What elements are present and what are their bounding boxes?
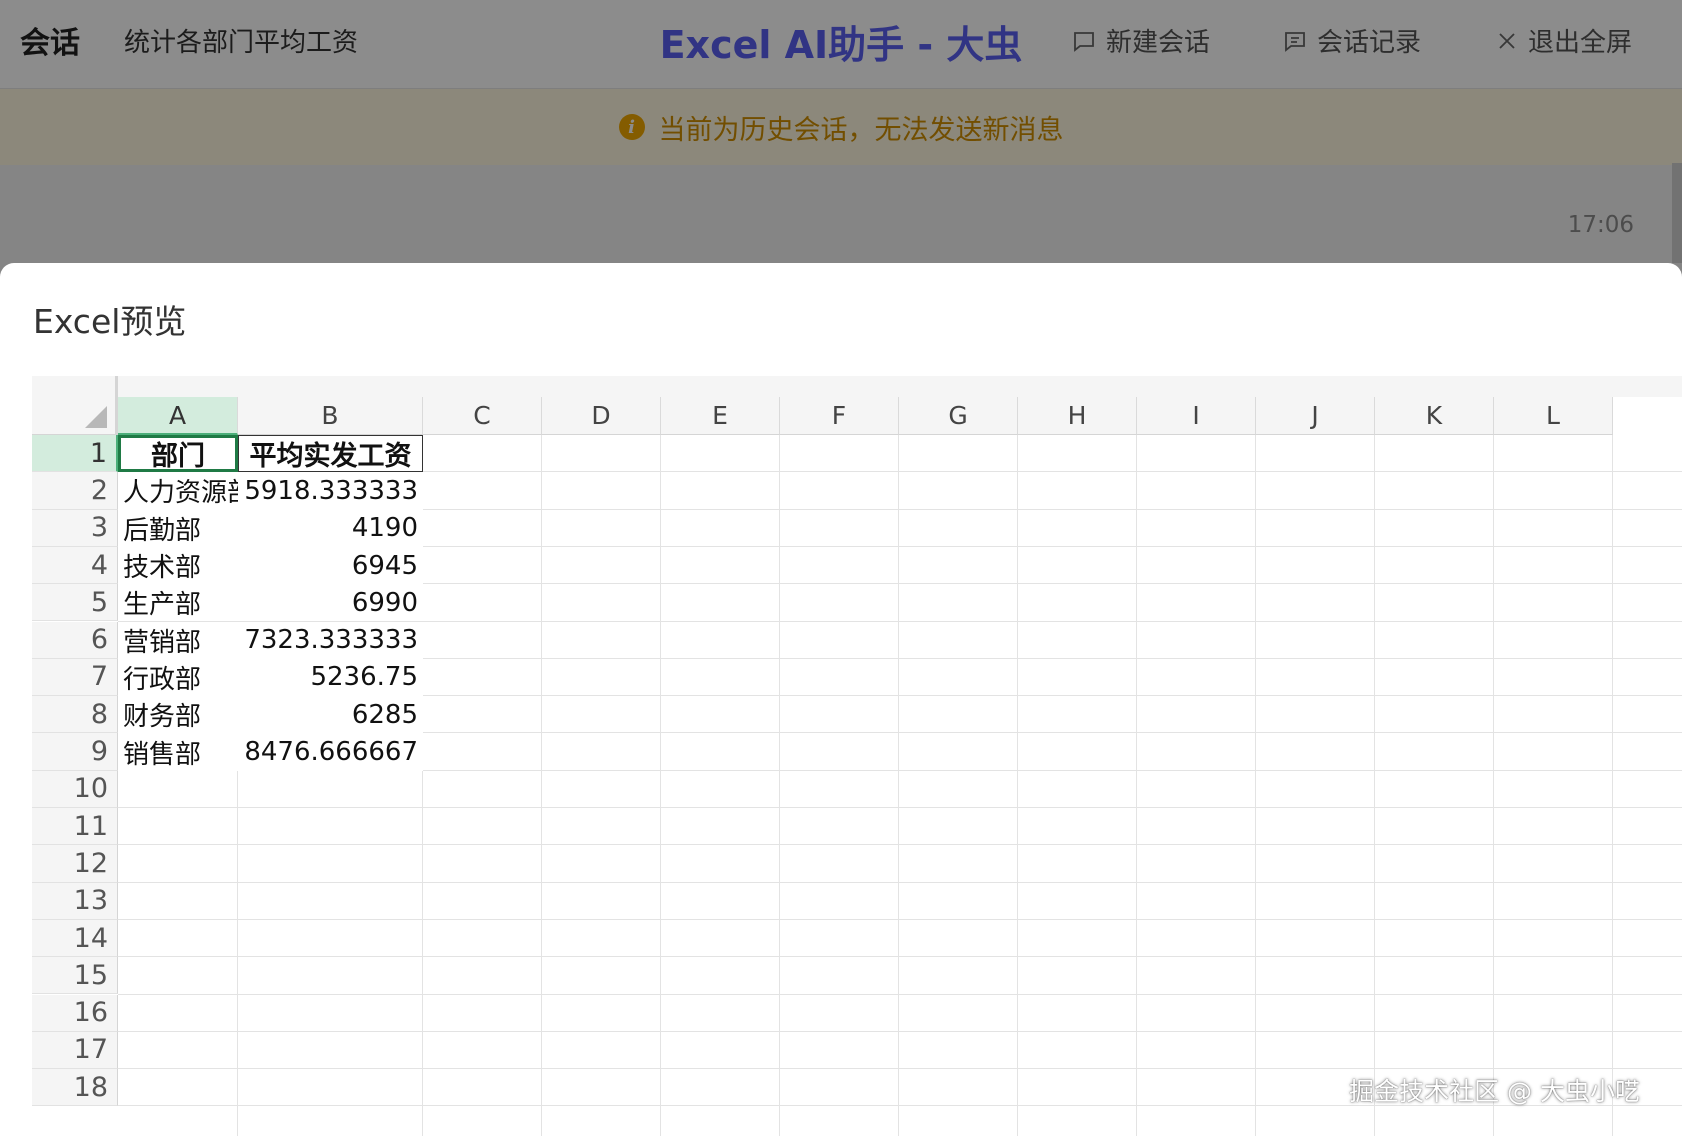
row-header-13[interactable]: 13 xyxy=(32,882,118,920)
cell-a1[interactable]: 部门 xyxy=(118,435,238,473)
column-header-f[interactable]: F xyxy=(780,397,899,435)
cell-avg-salary[interactable]: 7323.333333 xyxy=(238,621,423,659)
row-gridline xyxy=(118,844,1682,846)
select-all-icon xyxy=(85,406,107,428)
row-header-3[interactable]: 3 xyxy=(32,509,118,547)
row-header-17[interactable]: 17 xyxy=(32,1031,118,1070)
row-header-1[interactable]: 1 xyxy=(32,435,118,473)
cell-avg-salary[interactable]: 6990 xyxy=(238,584,423,622)
row-header-9[interactable]: 9 xyxy=(32,733,118,771)
cell-avg-salary[interactable]: 5236.75 xyxy=(238,658,423,697)
row-gridline xyxy=(118,807,1682,808)
cell-avg-salary[interactable]: 8476.666667 xyxy=(238,733,423,771)
cell-department[interactable]: 人力资源部 xyxy=(118,472,238,510)
cell-department[interactable]: 营销部 xyxy=(118,621,238,659)
cell-avg-salary[interactable]: 6285 xyxy=(238,696,423,734)
row-gridline xyxy=(118,993,1682,995)
row-gridline xyxy=(118,881,1682,883)
column-header-a[interactable]: A xyxy=(118,397,238,435)
row-header-2[interactable]: 2 xyxy=(32,472,118,510)
row-header-4[interactable]: 4 xyxy=(32,546,118,585)
column-header-g[interactable]: G xyxy=(899,397,1018,435)
row-gridline xyxy=(118,1068,1682,1070)
row-header-6[interactable]: 6 xyxy=(32,621,118,659)
column-header-e[interactable]: E xyxy=(661,397,780,435)
cell-department[interactable]: 行政部 xyxy=(118,658,238,697)
column-header-b[interactable]: B xyxy=(238,397,423,435)
column-header-d[interactable]: D xyxy=(542,397,661,435)
cell-department[interactable]: 技术部 xyxy=(118,546,238,585)
row-header-14[interactable]: 14 xyxy=(32,919,118,958)
row-header-12[interactable]: 12 xyxy=(32,845,118,883)
row-header-8[interactable]: 8 xyxy=(32,696,118,734)
row-header-5[interactable]: 5 xyxy=(32,584,118,622)
cell-avg-salary[interactable]: 4190 xyxy=(238,509,423,547)
row-gridline xyxy=(118,918,1682,920)
column-header-j[interactable]: J xyxy=(1256,397,1375,435)
cell-department[interactable]: 财务部 xyxy=(118,696,238,734)
cell-department[interactable]: 销售部 xyxy=(118,733,238,771)
cell-department[interactable]: 后勤部 xyxy=(118,509,238,547)
row-header-18[interactable]: 18 xyxy=(32,1069,118,1107)
cell-department[interactable]: 生产部 xyxy=(118,584,238,622)
column-header-i[interactable]: I xyxy=(1137,397,1256,435)
excel-preview-modal: Excel预览 A B C D E F G H I J K L 1 2 3 4 5 6 7 8 9 10 11 12 13 14 1… xyxy=(0,263,1682,1136)
modal-title: Excel预览 xyxy=(33,302,187,341)
cell-avg-salary[interactable]: 6945 xyxy=(238,546,423,585)
row-header-7[interactable]: 7 xyxy=(32,658,118,697)
row-header-16[interactable]: 16 xyxy=(32,994,118,1032)
column-header-k[interactable]: K xyxy=(1375,397,1494,435)
column-header-c[interactable]: C xyxy=(423,397,542,435)
row-gridline xyxy=(118,956,1682,958)
column-header-l[interactable]: L xyxy=(1494,397,1613,435)
cell-avg-salary[interactable]: 5918.333333 xyxy=(238,472,423,510)
row-header-11[interactable]: 11 xyxy=(32,808,118,846)
row-header-15[interactable]: 15 xyxy=(32,957,118,995)
select-all-corner[interactable] xyxy=(32,376,118,435)
column-header-h[interactable]: H xyxy=(1018,397,1137,435)
sheet-top-strip xyxy=(32,376,1682,397)
spreadsheet[interactable]: A B C D E F G H I J K L 1 2 3 4 5 6 7 8 9 10 11 12 13 14 15 16 17 18 部… xyxy=(32,376,1682,1136)
row-gridline xyxy=(118,1030,1682,1032)
watermark: 掘金技术社区 @ 大虫小呓 xyxy=(1349,1077,1640,1106)
row-header-10[interactable]: 10 xyxy=(32,770,118,808)
cell-b1[interactable]: 平均实发工资 xyxy=(238,435,423,473)
